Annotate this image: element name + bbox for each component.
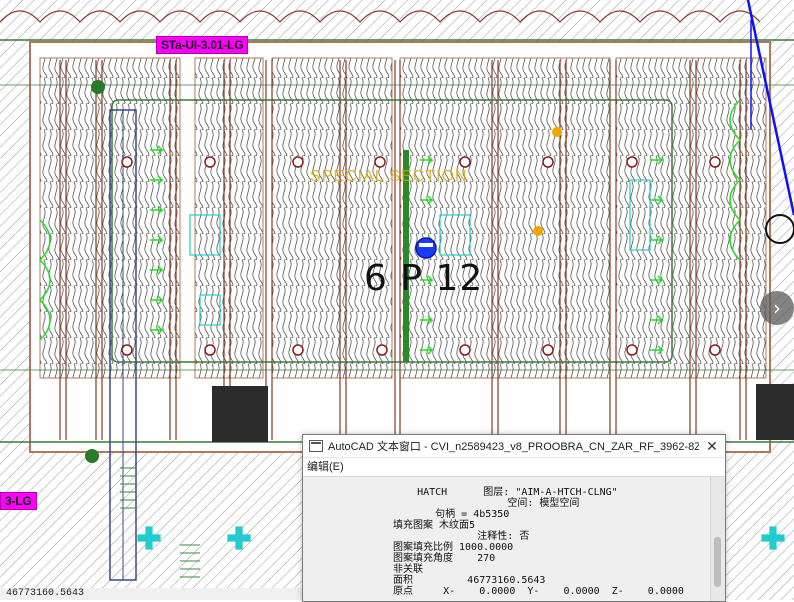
scrollbar-thumb[interactable] [714,537,721,587]
autocad-text-window[interactable]: AutoCAD 文本窗口 - CVI_n2589423_v8_PROOBRA_C… [302,434,726,602]
output-line: 图案填充比例 1000.0000 [393,542,514,553]
section-label: SPECIAL SECTION [310,168,468,185]
sheet-reference-tag-partial[interactable]: 3-LG [0,492,37,510]
output-line: 非关联 [393,564,423,575]
yellow-marker [552,127,562,137]
text-window-output[interactable]: HATCH 图层: "AIM-A-HTCH-CLNG" 空间: 模型空间 句柄 … [303,477,709,601]
next-image-arrow[interactable]: › [760,291,794,325]
selection-grip-square[interactable] [419,243,433,247]
yellow-marker [533,226,543,236]
autocad-window-icon [309,440,323,452]
output-line: 面积 46773160.5643 [393,575,546,586]
selection-grip[interactable] [415,237,437,259]
text-window-titlebar[interactable]: AutoCAD 文本窗口 - CVI_n2589423_v8_PROOBRA_C… [303,435,725,458]
room-label: 6 P 12 [364,258,484,299]
output-line: 空间: 模型空间 [393,498,580,509]
output-line: HATCH 图层: "AIM-A-HTCH-CLNG" [393,487,618,498]
close-icon[interactable]: ✕ [699,438,725,455]
column-block [212,386,268,442]
text-window-title: AutoCAD 文本窗口 - CVI_n2589423_v8_PROOBRA_C… [328,441,699,453]
output-line: 填充图案 木纹面5 [393,520,476,531]
area-status-readout: 46773160.5643 [0,588,306,600]
output-line: 原点 X- 0.0000 Y- 0.0000 Z- 0.0000 [393,586,684,597]
column-block [756,384,794,440]
output-line: 图案填充角度 270 [393,553,496,564]
sheet-reference-tag[interactable]: STa-UI-3.01-LG [156,36,249,54]
green-marker [91,80,105,94]
menu-edit[interactable]: 编辑(E) [303,458,725,477]
text-window-scrollbar[interactable] [710,477,725,601]
output-line: 注释性: 否 [393,531,530,542]
green-marker [85,449,99,463]
output-line: 句柄 = 4b5350 [393,509,510,520]
